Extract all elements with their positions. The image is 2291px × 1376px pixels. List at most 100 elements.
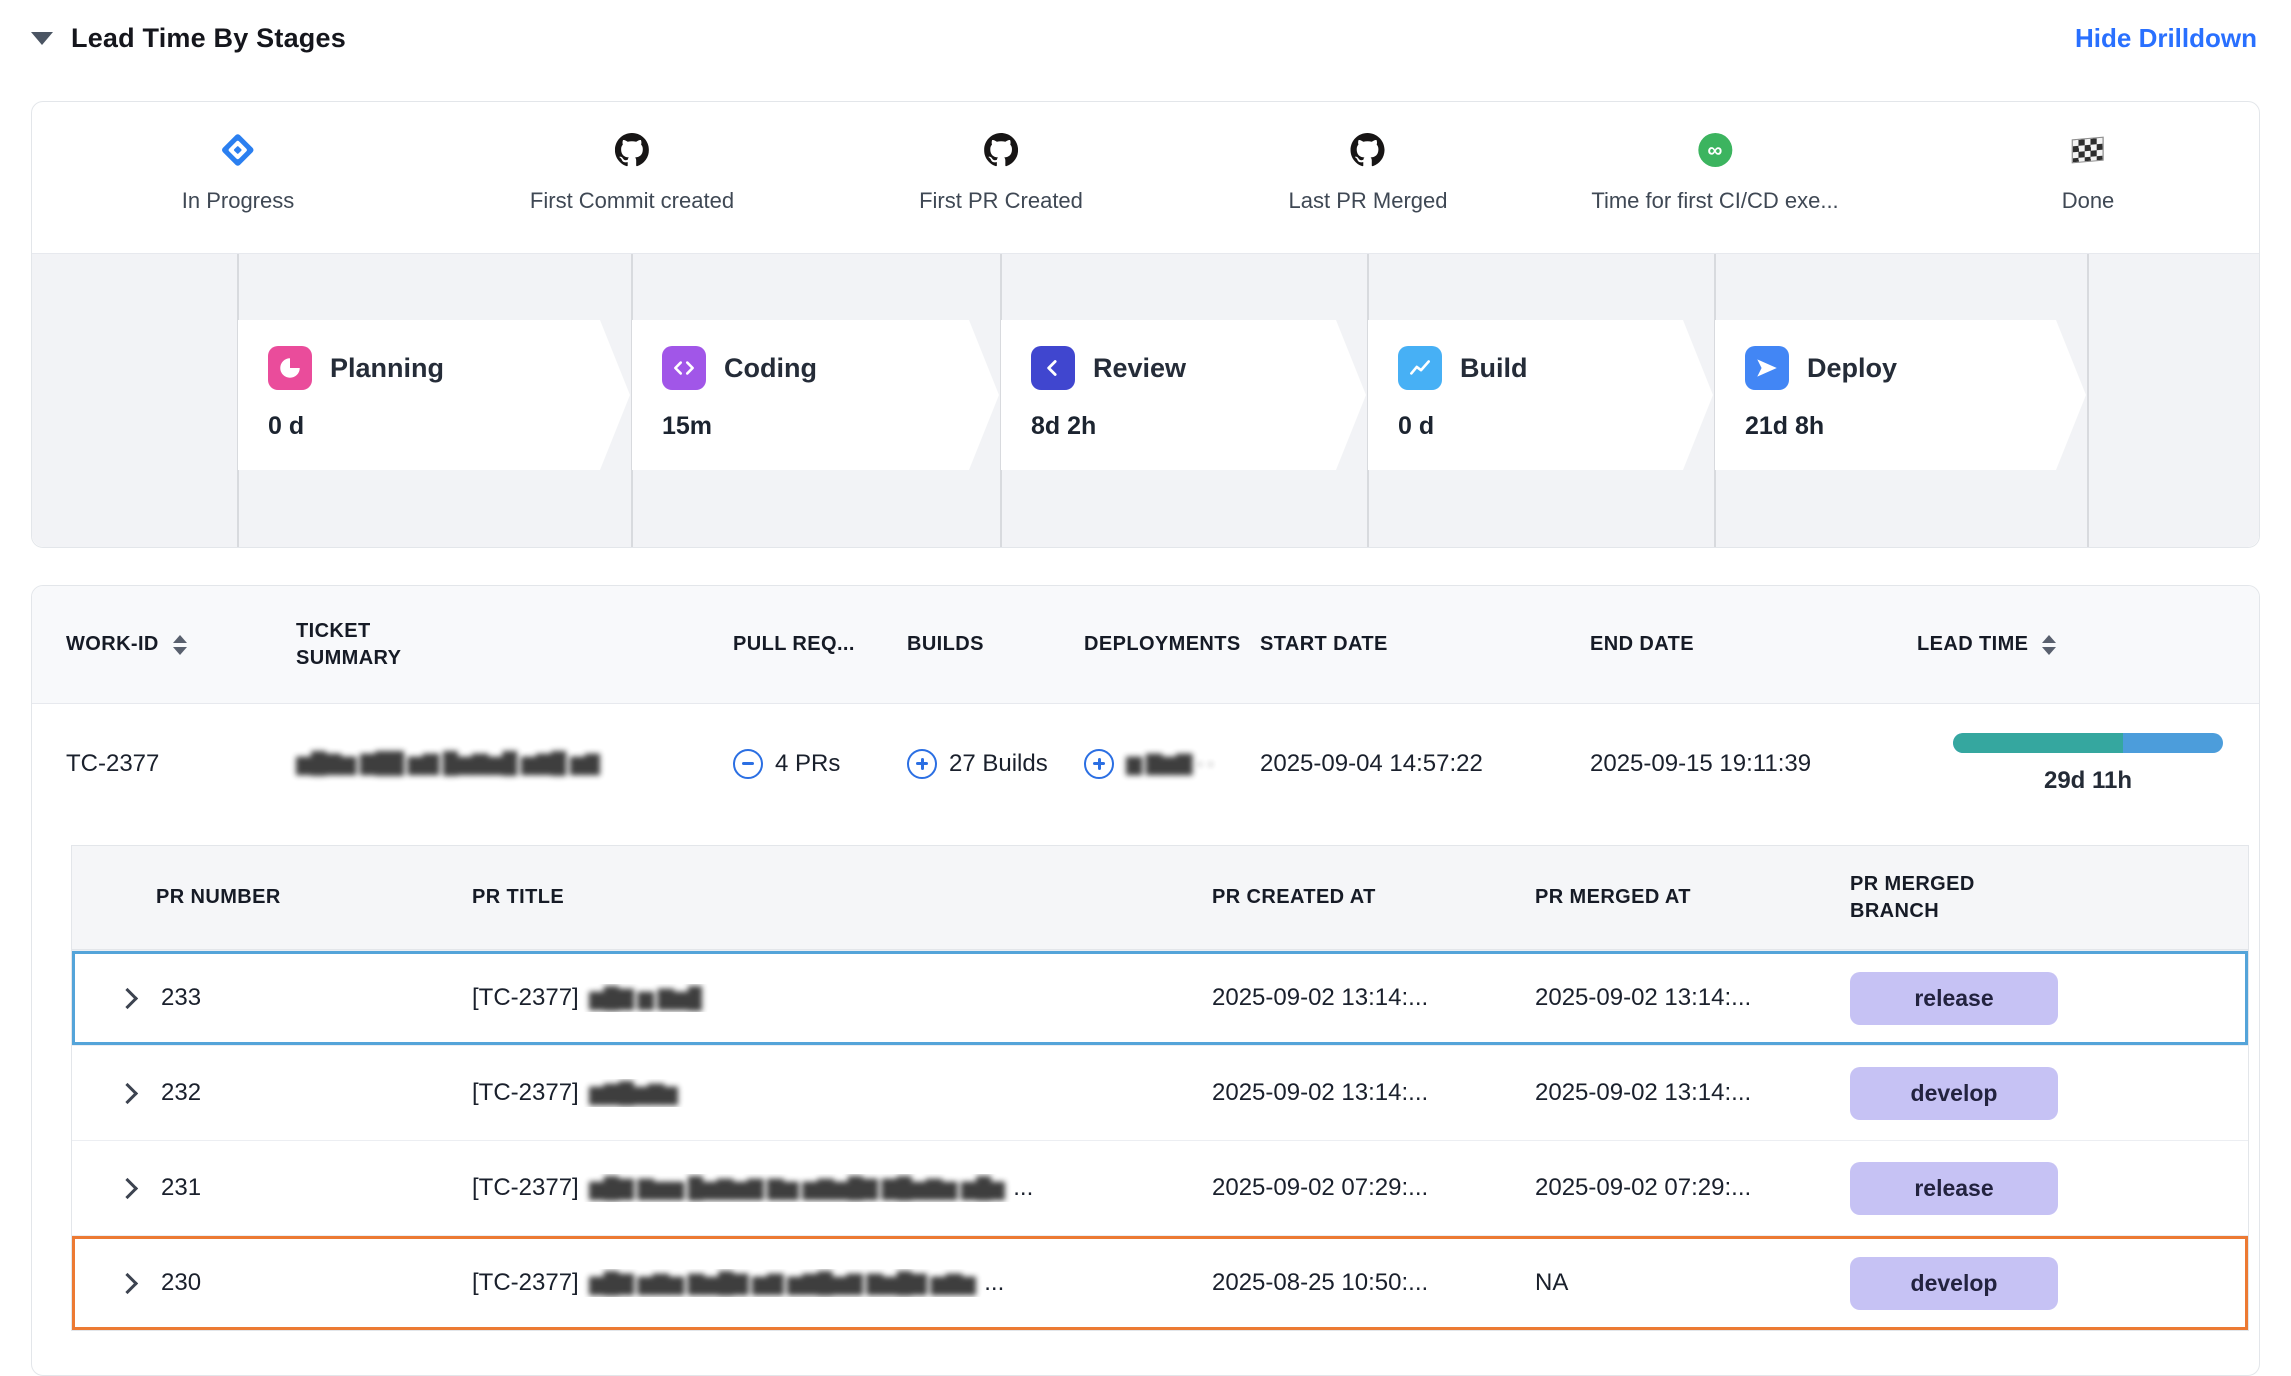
planning-icon	[268, 346, 312, 390]
pr-table-header: PR NUMBER PR TITLE PR CREATED AT PR MERG…	[72, 846, 2248, 950]
milestone-first-commit: First Commit created	[530, 128, 734, 214]
status-diamond-icon	[221, 133, 255, 167]
deployments-value: ▆ ▇▆▇ · ·	[1084, 749, 1260, 779]
pr-title: [TC-2377]▆▇█▆▇▆	[472, 1079, 1212, 1107]
stage-duration: 0 d	[268, 412, 630, 441]
page-title: Lead Time By Stages	[71, 23, 346, 54]
collapse-triangle-icon[interactable]	[31, 32, 53, 45]
pr-created-at: 2025-09-02 13:14:...	[1212, 1079, 1535, 1107]
lead-time-bar-fill	[1953, 733, 2123, 753]
lead-time-cell: 29d 11h	[1917, 733, 2259, 795]
milestone-in-progress: In Progress	[182, 128, 295, 214]
github-icon	[615, 128, 649, 172]
pr-number: 231	[161, 1174, 201, 1202]
milestone-done: Done	[2062, 128, 2115, 214]
deploy-rocket-icon	[1745, 346, 1789, 390]
stage-duration: 0 d	[1398, 412, 1713, 441]
title-wrap: Lead Time By Stages	[31, 23, 346, 54]
col-ticket-summary: TICKET SUMMARY	[296, 618, 733, 672]
chevron-right-icon[interactable]	[117, 987, 138, 1008]
pr-branch-cell: release	[1850, 1162, 2248, 1215]
pr-created-at: 2025-09-02 07:29:...	[1212, 1174, 1535, 1202]
lead-time-bar	[1953, 733, 2223, 753]
pr-branch-cell: develop	[1850, 1257, 2248, 1310]
pr-merged-at: 2025-09-02 13:14:...	[1535, 984, 1850, 1012]
milestone-last-pr-merged: Last PR Merged	[1289, 128, 1448, 214]
branch-badge: release	[1850, 972, 2058, 1025]
expand-circle-icon[interactable]	[907, 749, 937, 779]
stage-chip-planning[interactable]: Planning 0 d	[238, 320, 630, 470]
cicd-icon: ∞	[1698, 133, 1732, 167]
stage-chip-review[interactable]: Review 8d 2h	[1001, 320, 1366, 470]
pr-created-at: 2025-08-25 10:50:...	[1212, 1269, 1535, 1297]
stage-name: Build	[1460, 353, 1528, 384]
stage-name: Review	[1093, 353, 1186, 384]
chevron-right-icon[interactable]	[117, 1177, 138, 1198]
start-date-value: 2025-09-04 14:57:22	[1260, 750, 1590, 778]
stage-track: Planning 0 d Coding 15m Revi	[32, 253, 2259, 547]
stage-chip-coding[interactable]: Coding 15m	[632, 320, 999, 470]
collapse-circle-icon[interactable]	[733, 749, 763, 779]
pr-title: [TC-2377]▆█▇ ▆▇▆ ▇▆█▇ ▆▇ ▆▇█▆▇ ▇▆█▇ ▆▇▆.…	[472, 1269, 1212, 1297]
stage-name: Coding	[724, 353, 817, 384]
milestone-first-pr: First PR Created	[919, 128, 1083, 214]
lead-time-drilldown-page: Lead Time By Stages Hide Drilldown In Pr…	[0, 0, 2291, 1376]
branch-badge: develop	[1850, 1067, 2058, 1120]
branch-badge: develop	[1850, 1257, 2058, 1310]
milestone-label: Last PR Merged	[1289, 188, 1448, 214]
hide-drilldown-link[interactable]: Hide Drilldown	[2075, 23, 2257, 54]
pr-row-230[interactable]: 230 [TC-2377]▆█▇ ▆▇▆ ▇▆█▇ ▆▇ ▆▇█▆▇ ▇▆█▇ …	[72, 1235, 2248, 1330]
builds-value: 27 Builds	[907, 749, 1084, 779]
pr-row-232[interactable]: 232 [TC-2377]▆▇█▆▇▆ 2025-09-02 13:14:...…	[72, 1045, 2248, 1140]
sort-icon[interactable]	[2042, 635, 2056, 655]
pr-merged-at: 2025-09-02 07:29:...	[1535, 1174, 1850, 1202]
stage-duration: 21d 8h	[1745, 412, 2086, 441]
ticket-summary-value: ▆█▇▆ ▇██ ▆▇ █▆▇▆█ ▆▇█ ▆▇	[296, 751, 733, 776]
github-icon	[984, 128, 1018, 172]
stage-duration: 15m	[662, 412, 999, 441]
pr-table: PR NUMBER PR TITLE PR CREATED AT PR MERG…	[71, 845, 2249, 1331]
stage-chip-deploy[interactable]: Deploy 21d 8h	[1715, 320, 2086, 470]
expand-circle-icon[interactable]	[1084, 749, 1114, 779]
pr-number: 230	[161, 1269, 201, 1297]
work-table-header: WORK-ID TICKET SUMMARY PULL REQ... BUILD…	[32, 586, 2259, 704]
page-header: Lead Time By Stages Hide Drilldown	[31, 14, 2257, 62]
work-item-row: TC-2377 ▆█▇▆ ▇██ ▆▇ █▆▇▆█ ▆▇█ ▆▇ 4 PRs 2…	[32, 704, 2259, 823]
build-icon	[1398, 346, 1442, 390]
stage-name: Planning	[330, 353, 444, 384]
col-builds: BUILDS	[907, 633, 1084, 656]
pr-title: [TC-2377]▆█▇ ▆ ▇▆█	[472, 984, 1212, 1012]
col-work-id: WORK-ID	[32, 633, 296, 656]
col-pr-number: PR NUMBER	[72, 886, 472, 909]
milestone-label: In Progress	[182, 188, 295, 214]
branch-badge: release	[1850, 1162, 2058, 1215]
work-id-value: TC-2377	[32, 750, 296, 778]
col-pull-requests: PULL REQ...	[733, 633, 907, 656]
stage-duration: 8d 2h	[1031, 412, 1366, 441]
coding-icon	[662, 346, 706, 390]
pr-merged-at: 2025-09-02 13:14:...	[1535, 1079, 1850, 1107]
col-pr-merged-at: PR MERGED AT	[1535, 886, 1850, 909]
pr-created-at: 2025-09-02 13:14:...	[1212, 984, 1535, 1012]
milestone-label: First PR Created	[919, 188, 1083, 214]
milestone-label: First Commit created	[530, 188, 734, 214]
end-date-value: 2025-09-15 19:11:39	[1590, 750, 1917, 778]
milestone-cicd: ∞ Time for first CI/CD exe...	[1591, 128, 1838, 214]
review-icon	[1031, 346, 1075, 390]
stages-card: In Progress First Commit created First P…	[31, 101, 2260, 548]
chevron-right-icon[interactable]	[117, 1082, 138, 1103]
pr-branch-cell: develop	[1850, 1067, 2248, 1120]
stage-name: Deploy	[1807, 353, 1897, 384]
github-icon	[1351, 128, 1385, 172]
pr-row-233[interactable]: 233 [TC-2377]▆█▇ ▆ ▇▆█ 2025-09-02 13:14:…	[72, 950, 2248, 1045]
stage-chip-build[interactable]: Build 0 d	[1368, 320, 1713, 470]
col-pr-merged-branch: PR MERGED BRANCH	[1850, 871, 2248, 925]
chevron-right-icon[interactable]	[117, 1272, 138, 1293]
work-items-card: WORK-ID TICKET SUMMARY PULL REQ... BUILD…	[31, 585, 2260, 1376]
pr-row-231[interactable]: 231 [TC-2377]▆█▇ ▇▆▆ █▆▇▆▇ ▇▆ ▆▇▆█▇ ▇█▆▇…	[72, 1140, 2248, 1235]
sort-icon[interactable]	[173, 635, 187, 655]
pr-number: 233	[161, 984, 201, 1012]
col-deployments: DEPLOYMENTS	[1084, 633, 1260, 656]
pr-title: [TC-2377]▆█▇ ▇▆▆ █▆▇▆▇ ▇▆ ▆▇▆█▇ ▇█▆▇▆ ▆█…	[472, 1174, 1212, 1202]
pr-branch-cell: release	[1850, 972, 2248, 1025]
